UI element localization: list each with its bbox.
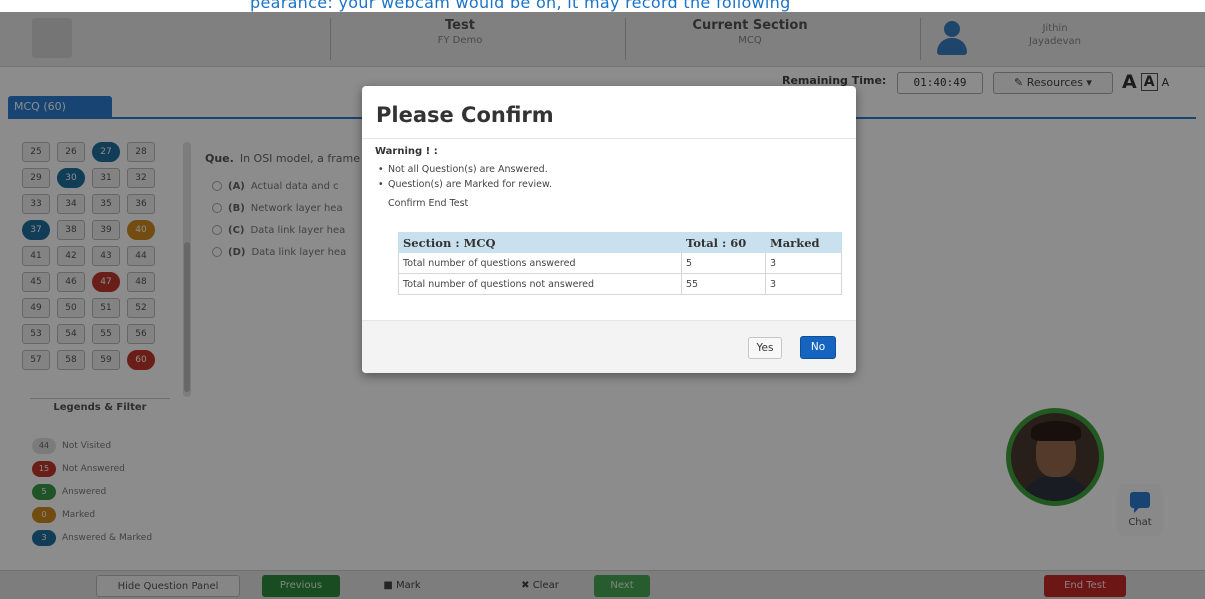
- row-count: 55: [681, 273, 766, 295]
- caption-text: pearance: your webcam would be on, it ma…: [250, 0, 791, 12]
- row-marked: 3: [765, 252, 842, 274]
- row-count: 5: [681, 252, 766, 274]
- top-caption: pearance: your webcam would be on, it ma…: [0, 0, 1205, 12]
- row-marked: 3: [765, 273, 842, 295]
- warning-list: Not all Question(s) are Answered. Questi…: [378, 162, 552, 192]
- warning-label: Warning ! :: [375, 146, 438, 157]
- dialog-footer: Yes No: [362, 321, 856, 373]
- warning-item: Question(s) are Marked for review.: [378, 177, 552, 192]
- table-row: Total number of questions not answered 5…: [398, 273, 842, 295]
- row-label: Total number of questions answered: [398, 252, 682, 274]
- confirm-end-text: Confirm End Test: [388, 198, 469, 209]
- table-row: Total number of questions answered 5 3: [398, 252, 842, 274]
- dialog-title: Please Confirm: [376, 103, 554, 127]
- dialog-header-divider: [362, 138, 856, 139]
- column-header-total: Total : 60: [681, 232, 766, 253]
- row-label: Total number of questions not answered: [398, 273, 682, 295]
- summary-table: Section : MCQ Total : 60 Marked Total nu…: [398, 232, 842, 295]
- column-header-marked: Marked: [765, 232, 842, 253]
- confirm-dialog: Please Confirm Warning ! : Not all Quest…: [362, 86, 856, 373]
- warning-item: Not all Question(s) are Answered.: [378, 162, 552, 177]
- no-button[interactable]: No: [800, 336, 836, 359]
- table-header-row: Section : MCQ Total : 60 Marked: [398, 232, 842, 253]
- column-header-section: Section : MCQ: [398, 232, 682, 253]
- yes-button[interactable]: Yes: [748, 337, 782, 359]
